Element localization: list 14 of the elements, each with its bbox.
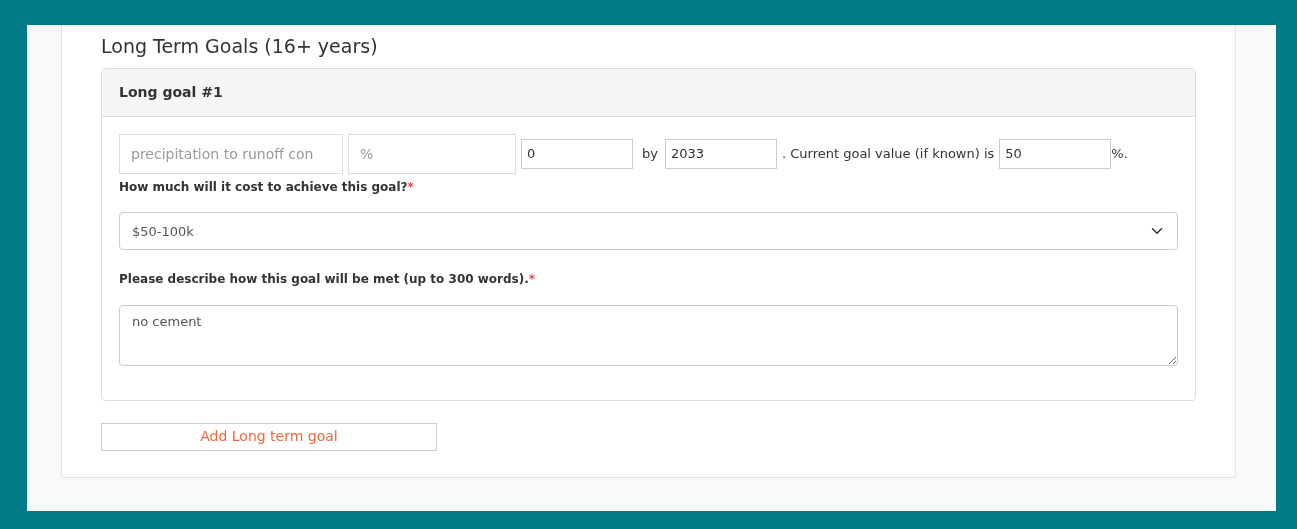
section-title: Long Term Goals (16+ years) [101,35,379,58]
goal-title: Long goal #1 [102,68,1195,117]
by-label: by [642,145,658,164]
target-field[interactable]: 0 [521,138,633,169]
percent-label: %. [1111,145,1128,164]
current-value-label: . Current goal value (if known) is [781,145,995,164]
describe-textarea[interactable]: no cement [119,304,1178,366]
year-field[interactable]: 2033 [664,138,777,169]
unit-field[interactable]: % [348,133,516,174]
metric-field[interactable]: precipitation to runoff con [119,133,343,174]
cost-select[interactable]: $50-100k [119,212,1178,251]
current-value-field[interactable]: 50 [999,138,1112,169]
cost-label: How much will it cost to achieve this goal?* [119,178,414,196]
describe-label: Please describe how this goal will be met (up to 300 words).* [119,271,536,289]
